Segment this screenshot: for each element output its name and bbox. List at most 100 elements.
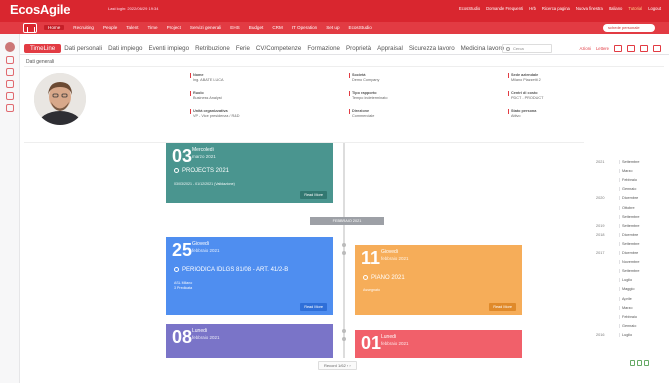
header-link-new-window[interactable]: Nuova finestra	[576, 6, 603, 11]
app-window: EcosAgile Last login: 2022/06/29 19:34 E…	[0, 0, 669, 383]
letters-dropdown[interactable]: Lettere	[596, 46, 609, 51]
header-link-language[interactable]: Italiano	[609, 6, 623, 11]
favorite-star-icon[interactable]	[614, 45, 622, 52]
timeline-card[interactable]: 03 Mercoledi marzo 2021 PROJECTS 2021 03…	[166, 143, 333, 203]
field-societa: Società Demo Company	[349, 73, 379, 83]
menu-budget[interactable]: Budget	[249, 25, 264, 30]
datenav-month[interactable]: Dicembre	[619, 251, 638, 255]
refresh-icon[interactable]	[637, 360, 642, 366]
users-icon[interactable]	[6, 92, 14, 100]
info-icon[interactable]	[6, 104, 14, 112]
menu-ecosstudio[interactable]: EcosStudio	[349, 25, 372, 30]
menu-set-up[interactable]: Set up	[326, 25, 339, 30]
tab-dati-impiego[interactable]: Dati impiego	[105, 44, 145, 53]
tab-formazione[interactable]: Formazione	[304, 44, 343, 53]
list-icon[interactable]	[640, 45, 648, 52]
datenav-month[interactable]: Gennaio	[619, 187, 636, 192]
datenav-month[interactable]: Gennaio	[619, 323, 636, 328]
timeline-card[interactable]: 08 Lunedi febbraio 2021	[166, 324, 333, 358]
datenav-year[interactable]: 2018	[596, 233, 604, 237]
menu-ehs[interactable]: EHS	[230, 25, 239, 30]
tab-dati-personali[interactable]: Dati personali	[61, 44, 105, 53]
datenav-month[interactable]: Settembre	[619, 241, 640, 246]
datenav-month[interactable]: Dicembre	[619, 232, 638, 237]
home-icon[interactable]	[23, 23, 37, 33]
tab-eventi-impiego[interactable]: Eventi impiego	[145, 44, 192, 53]
tab-timeline[interactable]: TimeLine	[24, 44, 62, 53]
tab-retribuzione[interactable]: Retribuzione	[192, 44, 233, 53]
tab-sicurezza-lavoro[interactable]: Sicurezza lavoro	[406, 44, 458, 53]
field-tipo-rapporto: Tipo rapporto Tempo indeterminato	[349, 91, 387, 101]
datenav-month[interactable]: Settembre	[619, 160, 640, 164]
actions-dropdown[interactable]: Azioni	[580, 46, 591, 51]
read-more-button[interactable]: Read More	[300, 191, 327, 199]
user-avatar-icon[interactable]	[5, 42, 15, 52]
star-icon[interactable]	[6, 56, 14, 64]
header-link-ecosstudio[interactable]: EcosStudio	[459, 6, 480, 11]
datenav-month[interactable]: Febbraio	[619, 178, 637, 183]
app-logo[interactable]: EcosAgile	[10, 2, 70, 17]
tab-medicina-lavoro[interactable]: Medicina lavoro	[458, 44, 507, 53]
clock-icon[interactable]	[6, 80, 14, 88]
header-link-faq[interactable]: Domande Frequenti	[486, 6, 523, 11]
datenav-year[interactable]: 2021	[596, 160, 604, 164]
header-link-search-page[interactable]: Ricerca pagina	[542, 6, 570, 11]
pdf-icon[interactable]	[630, 360, 635, 366]
menu-recruiting[interactable]: Recruiting	[73, 25, 94, 30]
datenav-month[interactable]: Luglio	[619, 332, 632, 337]
menu-home[interactable]: Home	[44, 25, 65, 30]
left-icon-rail	[0, 34, 20, 383]
last-login-text: Last login: 2022/06/29 19:34	[108, 6, 159, 11]
employee-tab-bar: TimeLine Dati personali Dati impiego Eve…	[20, 42, 669, 55]
datenav-year[interactable]: 2019	[596, 224, 604, 228]
datenav-month[interactable]: Aprile	[619, 296, 632, 301]
field-direzione: Direzione Commerciale	[349, 109, 374, 119]
tab-cv-competenze[interactable]: CV/Competenze	[253, 44, 304, 53]
personal-sheet-search[interactable]: schede personale	[603, 24, 655, 32]
tab-ferie[interactable]: Ferie	[233, 44, 253, 53]
datenav-month[interactable]: Ottobre	[619, 205, 635, 210]
datenav-month[interactable]: Dicembre	[619, 196, 638, 201]
menu-project[interactable]: Project	[167, 25, 181, 30]
menu-time[interactable]: Time	[148, 25, 158, 30]
tab-search-input[interactable]: Cerca	[502, 44, 552, 53]
datenav-year[interactable]: 2016	[596, 333, 604, 337]
menu-people[interactable]: People	[103, 25, 117, 30]
datenav-year[interactable]: 2017	[596, 251, 604, 255]
header-link-logout[interactable]: Logout	[648, 6, 661, 11]
menu-servizi-generali[interactable]: Servizi generali	[190, 25, 221, 30]
datenav-month[interactable]: Settembre	[619, 214, 640, 219]
read-more-button[interactable]: Read More	[300, 303, 327, 311]
timeline-card[interactable]: 25 Giovedi febbraio 2021 PERIODICA IDLGS…	[166, 237, 333, 315]
datenav-month[interactable]: Novembre	[619, 260, 640, 265]
timeline-panel[interactable]: 03 Mercoledi marzo 2021 PROJECTS 2021 03…	[24, 142, 584, 358]
read-more-button[interactable]: Read More	[489, 303, 516, 311]
top-header: EcosAgile Last login: 2022/06/29 19:34 E…	[0, 0, 669, 22]
fullscreen-icon[interactable]	[644, 360, 649, 366]
menu-crm[interactable]: CRM	[272, 25, 282, 30]
datenav-month[interactable]: Marzo	[619, 169, 633, 174]
timeline-dot	[342, 243, 346, 247]
menu-it-operation[interactable]: IT Operation	[292, 25, 317, 30]
tab-proprieta[interactable]: Proprietà	[343, 44, 374, 53]
timeline-dot	[342, 251, 346, 255]
tab-appraisal[interactable]: Appraisal	[374, 44, 406, 53]
circle-icon	[363, 275, 368, 280]
home-tool-icon[interactable]	[627, 45, 635, 52]
datenav-month[interactable]: Settembre	[619, 269, 640, 274]
header-link-tutorial[interactable]: Tutorial	[628, 6, 642, 11]
record-pager[interactable]: Record 1/62 ‹ ›	[318, 361, 357, 370]
datenav-month[interactable]: Settembre	[619, 223, 640, 228]
help-icon[interactable]	[653, 45, 661, 52]
menu-talent[interactable]: Talent	[126, 25, 138, 30]
datenav-month[interactable]: Luglio	[619, 278, 632, 283]
document-icon[interactable]	[6, 68, 14, 76]
datenav-month[interactable]: Maggio	[619, 287, 634, 292]
circle-icon	[174, 168, 179, 173]
datenav-month[interactable]: Febbraio	[619, 314, 637, 319]
datenav-month[interactable]: Marzo	[619, 305, 633, 310]
timeline-card[interactable]: 11 Giovedi febbraio 2021 PIANO 2021 Asse…	[355, 245, 522, 315]
timeline-card[interactable]: 01 Lunedi febbraio 2021	[355, 330, 522, 358]
header-link-hrb[interactable]: Hrb	[529, 6, 536, 11]
datenav-year[interactable]: 2020	[596, 196, 604, 200]
